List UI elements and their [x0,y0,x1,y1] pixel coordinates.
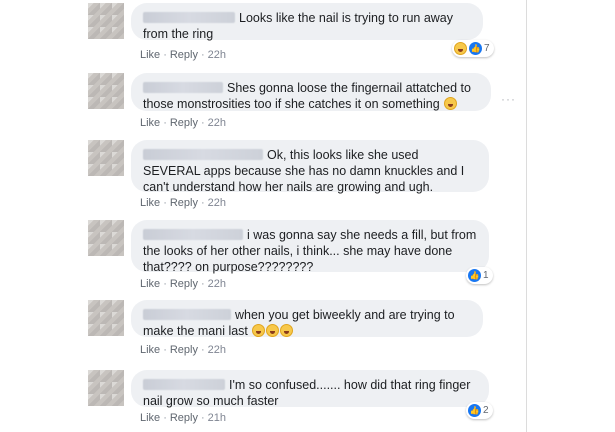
comment-actions: Like · Reply · 22h [140,278,227,290]
avatar[interactable] [88,140,124,176]
reply-link[interactable]: Reply [170,49,198,61]
reaction-count: 1 [483,270,489,281]
commenter-name-redacted[interactable] [143,229,243,240]
reply-link[interactable]: Reply [170,117,198,129]
comments-panel [78,0,527,432]
comment-actions: Like · Reply · 21h [140,412,227,424]
like-link[interactable]: Like [140,117,160,129]
commenter-name-redacted[interactable] [143,82,223,93]
comment-bubble: Looks like the nail is trying to run awa… [131,3,483,41]
comment-actions: Like · Reply · 22h [140,49,227,61]
more-options-icon[interactable]: ··· [501,92,516,106]
grinning-emoji-icon [444,97,458,110]
like-link[interactable]: Like [140,412,160,424]
avatar[interactable] [88,3,124,39]
reaction-summary[interactable]: 👍 2 [466,402,493,419]
reply-link[interactable]: Reply [170,278,198,290]
laughing-emoji-icon [280,324,294,337]
haha-reaction-icon [454,42,467,55]
commenter-name-redacted[interactable] [143,149,263,160]
reaction-count: 7 [484,43,490,54]
reply-link[interactable]: Reply [170,344,198,356]
comment-bubble: Ok, this looks like she used SEVERAL app… [131,140,489,194]
like-link[interactable]: Like [140,197,160,209]
like-link[interactable]: Like [140,344,160,356]
timestamp[interactable]: 22h [208,344,226,356]
commenter-name-redacted[interactable] [143,309,231,320]
like-reaction-icon: 👍 [469,42,482,55]
comment-bubble: i was gonna say she needs a fill, but fr… [131,220,489,274]
like-reaction-icon: 👍 [468,269,481,282]
avatar[interactable] [88,220,124,256]
avatar[interactable] [88,370,124,406]
timestamp[interactable]: 22h [208,197,226,209]
commenter-name-redacted[interactable] [143,379,225,390]
comment-bubble: when you get biweekly and are trying to … [131,300,483,338]
like-link[interactable]: Like [140,49,160,61]
reaction-summary[interactable]: 👍 1 [466,267,493,284]
comment-bubble: Shes gonna loose the fingernail attatche… [131,73,491,111]
timestamp[interactable]: 22h [208,117,226,129]
commenter-name-redacted[interactable] [143,12,235,23]
laughing-emoji-icon [266,324,280,337]
reply-link[interactable]: Reply [170,197,198,209]
like-reaction-icon: 👍 [468,404,481,417]
comment-actions: Like · Reply · 22h [140,344,227,356]
comment-actions: Like · Reply · 22h [140,197,227,209]
laughing-emoji-icon [252,324,266,337]
like-link[interactable]: Like [140,278,160,290]
reply-link[interactable]: Reply [170,412,198,424]
timestamp[interactable]: 22h [208,49,226,61]
panel-divider [526,0,527,432]
reaction-count: 2 [483,405,489,416]
comment-bubble: I'm so confused....... how did that ring… [131,370,489,408]
reaction-summary[interactable]: 👍 7 [452,40,494,57]
avatar[interactable] [88,73,124,109]
timestamp[interactable]: 22h [208,278,226,290]
comment-actions: Like · Reply · 22h [140,117,227,129]
avatar[interactable] [88,300,124,336]
timestamp[interactable]: 21h [208,412,226,424]
